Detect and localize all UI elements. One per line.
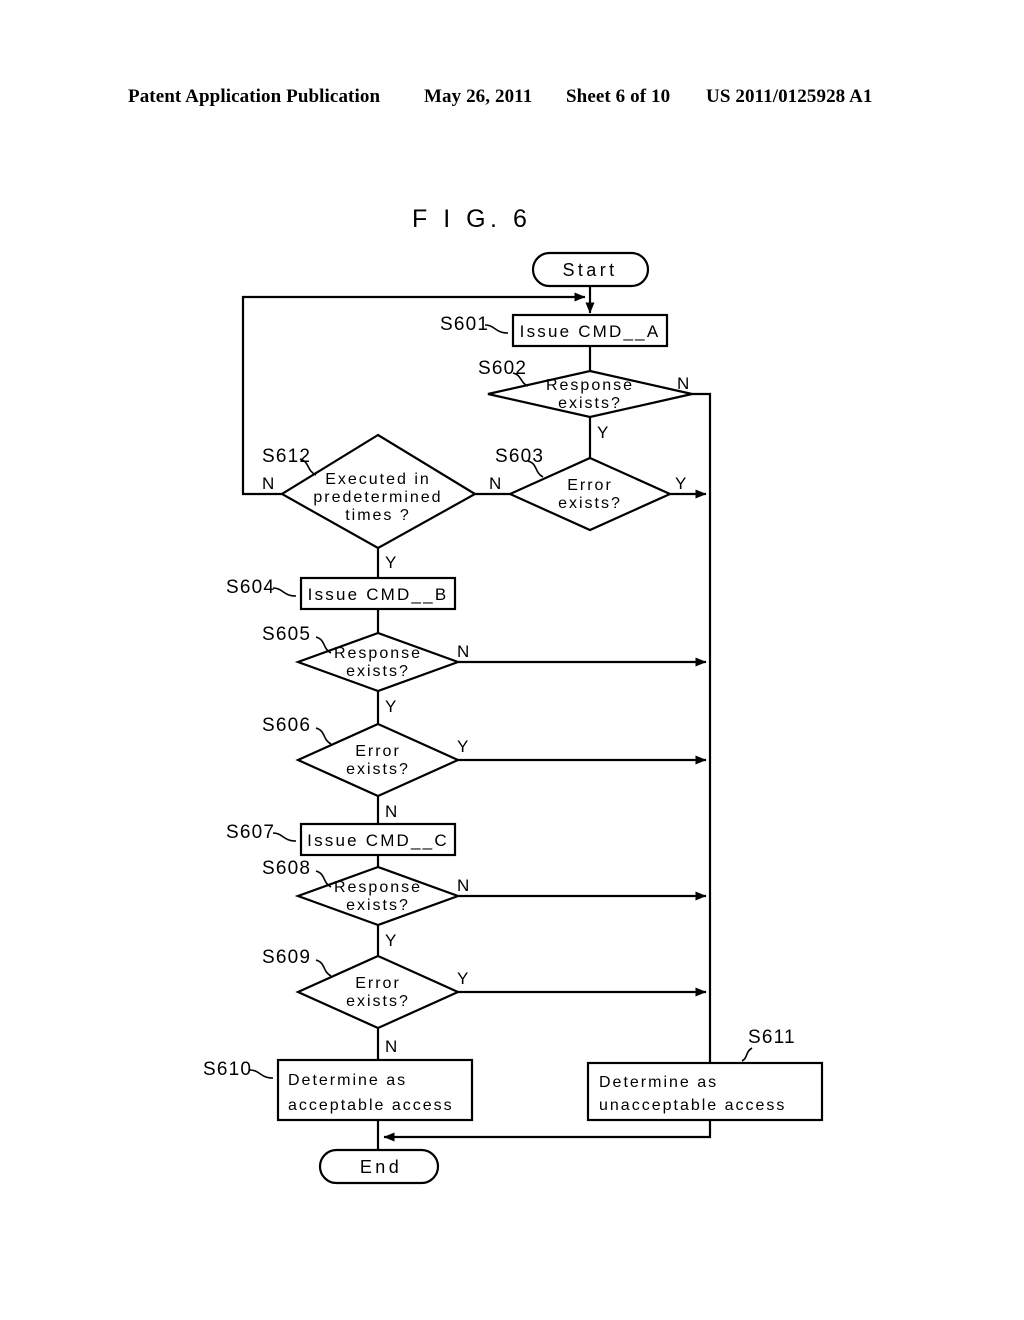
node-s609-label-line1: Error <box>355 975 401 992</box>
node-s601[interactable]: Issue CMD__A <box>511 313 669 348</box>
edge-label-s602-yes: Y <box>597 423 608 442</box>
edge-label-s608-yes: Y <box>385 931 396 950</box>
node-s604[interactable]: Issue CMD__B <box>299 576 457 611</box>
node-s603-label-line2: exists? <box>558 495 622 512</box>
node-s611-label-line1: Determine as <box>599 1074 718 1091</box>
node-s603-label-line1: Error <box>567 477 613 494</box>
node-s602-label-line1: Response <box>546 377 634 394</box>
step-label-s602: S602 <box>478 358 527 379</box>
step-label-s603: S603 <box>495 446 544 467</box>
patent-figure-page: Patent Application Publication May 26, 2… <box>0 0 1024 1320</box>
node-s612-label-line3: times ? <box>345 507 411 524</box>
flowchart-diagram: Start Issue CMD__A S601 Response exists?… <box>203 251 824 1185</box>
node-s604-label: Issue CMD__B <box>308 585 449 604</box>
node-end[interactable]: End <box>318 1148 440 1185</box>
step-label-s606: S606 <box>262 715 311 736</box>
edge-label-s603-no: N <box>489 474 501 493</box>
edge-label-s612-no: N <box>262 474 274 493</box>
leader-s611 <box>741 1047 753 1062</box>
leader-s606 <box>315 727 332 745</box>
node-s611[interactable]: Determine as unacceptable access <box>586 1061 824 1122</box>
node-s608-label-line1: Response <box>334 879 422 896</box>
edge-label-s612-yes: Y <box>385 553 396 572</box>
edge-s611-to-end-merge <box>383 1120 712 1142</box>
leader-s608 <box>315 870 332 888</box>
node-s608-label-line2: exists? <box>346 897 410 914</box>
step-label-s610: S610 <box>203 1059 252 1080</box>
node-s607[interactable]: Issue CMD__C <box>299 822 457 857</box>
step-label-s601: S601 <box>440 314 489 335</box>
node-s601-label: Issue CMD__A <box>520 322 661 341</box>
node-end-label: End <box>360 1157 402 1177</box>
step-label-s609: S609 <box>262 947 311 968</box>
node-s607-label: Issue CMD__C <box>307 831 449 850</box>
leader-s607 <box>272 832 297 842</box>
edge-label-s603-yes: Y <box>675 474 686 493</box>
node-s610-label-line1: Determine as <box>288 1072 407 1089</box>
node-s605-label-line2: exists? <box>346 663 410 680</box>
node-s612-label-line2: predetermined <box>313 489 442 506</box>
node-s609-label-line2: exists? <box>346 993 410 1010</box>
node-start-label: Start <box>562 260 617 280</box>
leader-s604 <box>272 587 297 597</box>
step-label-s608: S608 <box>262 858 311 879</box>
node-s610[interactable]: Determine as acceptable access <box>276 1058 474 1122</box>
edge-label-s605-no: N <box>457 642 469 661</box>
leader-s610 <box>249 1069 274 1079</box>
edge-label-s602-no: N <box>677 374 689 393</box>
node-s603[interactable]: Error exists? <box>507 456 673 532</box>
step-label-s604: S604 <box>226 577 275 598</box>
edge-label-s608-no: N <box>457 876 469 895</box>
step-label-s605: S605 <box>262 624 311 645</box>
edge-label-s609-no: N <box>385 1037 397 1056</box>
leader-s605 <box>315 636 332 654</box>
edge-label-s606-yes: Y <box>457 737 468 756</box>
step-label-s611: S611 <box>748 1027 796 1048</box>
node-s609[interactable]: Error exists? <box>295 954 461 1030</box>
node-start[interactable]: Start <box>531 251 650 288</box>
node-s606[interactable]: Error exists? <box>295 722 461 798</box>
node-s610-label-line2: acceptable access <box>288 1097 454 1114</box>
step-label-s607: S607 <box>226 822 275 843</box>
node-s605-label-line1: Response <box>334 645 422 662</box>
step-label-s612: S612 <box>262 446 311 467</box>
edge-label-s606-no: N <box>385 802 397 821</box>
edge-label-s609-yes: Y <box>457 969 468 988</box>
edge-label-s605-yes: Y <box>385 697 396 716</box>
node-s612-label-line1: Executed in <box>325 471 431 488</box>
node-s606-label-line2: exists? <box>346 761 410 778</box>
node-s602-label-line2: exists? <box>558 395 622 412</box>
node-s606-label-line1: Error <box>355 743 401 760</box>
leader-s609 <box>315 959 332 977</box>
node-s611-label-line2: unacceptable access <box>599 1097 786 1114</box>
